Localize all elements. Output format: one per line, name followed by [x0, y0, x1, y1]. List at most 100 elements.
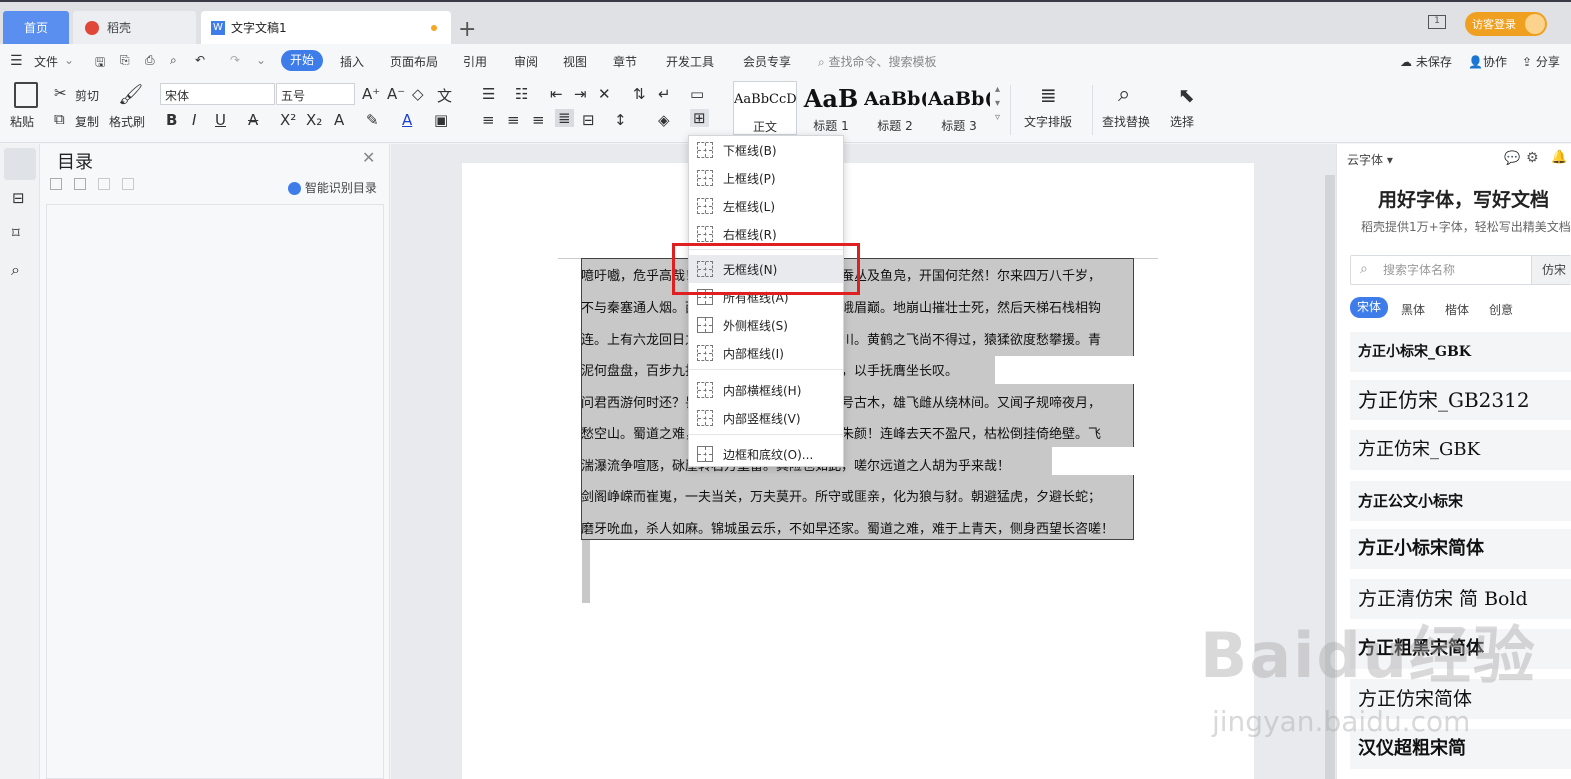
chapter-nav-icon[interactable]: ⊟	[12, 189, 25, 207]
menu-item-borders-shading[interactable]: 边框和底纹(O)...	[689, 440, 843, 468]
expand-all-icon[interactable]	[74, 178, 86, 190]
format-painter-icon[interactable]: 🖌	[118, 82, 143, 106]
menu-tab-start[interactable]: 开始	[281, 50, 323, 71]
style-heading2[interactable]: AaBb( 标题 2	[864, 81, 926, 135]
menu-item-outside-borders[interactable]: 外侧框线(S)	[689, 311, 843, 339]
font-search-button[interactable]: 仿宋	[1531, 256, 1571, 284]
remove-level-icon[interactable]	[122, 178, 134, 190]
bookmark-icon[interactable]: ⌑	[12, 224, 20, 242]
menu-item-left-border[interactable]: 左框线(L)	[689, 192, 843, 220]
sort-icon[interactable]: ⇅	[633, 85, 646, 103]
new-tab-button[interactable]: +	[458, 17, 476, 42]
show-marks-icon[interactable]: ↵	[658, 85, 671, 103]
menu-item-inside-horizontal[interactable]: 内部横框线(H)	[689, 376, 843, 404]
font-card[interactable]: 方正小标宋_GBK	[1350, 332, 1571, 372]
export-icon[interactable]: ⎘	[120, 53, 130, 68]
chat-icon[interactable]: 💬	[1504, 151, 1520, 166]
font-card[interactable]: 方正仿宋_GBK	[1350, 430, 1571, 470]
table-props-icon[interactable]: ▭	[690, 85, 704, 103]
paste-button[interactable]: 粘贴	[10, 113, 34, 130]
document-line[interactable]: 问君西游何时还？畏途巉岩不可攀。但见悲鸟号古木，雄飞雌从绕林间。又闻子规啼夜月，	[581, 392, 1134, 412]
menu-item-top-border[interactable]: 上框线(P)	[689, 164, 843, 192]
char-border-icon[interactable]: ▣	[434, 111, 448, 129]
line-spacing-icon[interactable]: ↕	[614, 111, 627, 129]
style-scroll-icon[interactable]: ▴ ▾ ▿	[995, 83, 1000, 125]
guest-login-button[interactable]: 访客登录	[1465, 12, 1547, 36]
tab-daoke[interactable]: 稻壳	[73, 11, 196, 44]
menu-tab-review[interactable]: 审阅	[514, 53, 538, 70]
menu-tab-view[interactable]: 视图	[563, 53, 587, 70]
document-line[interactable]: 剑阁峥嵘而崔嵬，一夫当关，万夫莫开。所守或匪亲，化为狼与豺。朝避猛虎，夕避长蛇；	[581, 486, 1134, 506]
grow-font-icon[interactable]: A⁺	[362, 85, 380, 103]
copy-button[interactable]: 复制	[75, 113, 99, 130]
align-left-icon[interactable]: ≡	[482, 111, 495, 129]
cloud-font-dropdown[interactable]: 云字体 ▾	[1347, 151, 1393, 168]
font-card[interactable]: 方正小标宋简体	[1350, 529, 1571, 569]
share-button[interactable]: ⇪ 分享	[1522, 53, 1560, 70]
window-count-icon[interactable]: 1	[1428, 15, 1446, 29]
document-line[interactable]: 磨牙吮血，杀人如麻。锦城虽云乐，不如早还家。蜀道之难，难于上青天，侧身西望长咨嗟…	[581, 518, 1134, 538]
font-tab-creative[interactable]: 创意	[1489, 301, 1513, 318]
smart-toc-button[interactable]: 智能识别目录	[288, 179, 377, 196]
shading-icon[interactable]: ◈	[658, 111, 670, 129]
chinese-layout-icon[interactable]: ✕	[598, 85, 611, 103]
paste-icon[interactable]	[14, 82, 38, 108]
menu-tab-reference[interactable]: 引用	[463, 53, 487, 70]
decrease-indent-icon[interactable]: ⇤	[550, 85, 563, 103]
style-heading3[interactable]: AaBb( 标题 3	[928, 81, 990, 135]
menu-file[interactable]: 文件	[34, 53, 58, 70]
underline-icon[interactable]: U	[215, 111, 226, 129]
bullet-list-icon[interactable]: ☰	[482, 85, 495, 103]
subscript-icon[interactable]: X₂	[306, 111, 322, 129]
menu-tab-chapter[interactable]: 章节	[613, 53, 637, 70]
more-chevron-icon[interactable]: ⌄	[256, 53, 266, 67]
collab-button[interactable]: 👤协作	[1468, 53, 1507, 70]
menu-tab-insert[interactable]: 插入	[340, 53, 364, 70]
cloud-save-status[interactable]: ☁ 未保存	[1400, 53, 1452, 70]
menu-tab-member[interactable]: 会员专享	[743, 53, 791, 70]
document-line[interactable]: 愁空山。蜀道之难，难于上青天，使人听此凋朱颜！连峰去天不盈尺，枯松倒挂倚绝壁。飞	[581, 423, 1134, 443]
hamburger-icon[interactable]: ☰	[10, 53, 23, 69]
style-heading1[interactable]: AaB 标题 1	[800, 81, 862, 135]
numbered-list-icon[interactable]: ☷	[515, 85, 528, 103]
align-justify-icon[interactable]: ≣	[555, 109, 574, 127]
document-line[interactable]: 不与秦塞通人烟。西当太白有鸟道，可以横绝峨眉巅。地崩山摧壮士死，然后天梯石栈相钩	[581, 297, 1134, 317]
menu-item-bottom-border[interactable]: 下框线(B)	[689, 136, 843, 164]
shrink-font-icon[interactable]: A⁻	[387, 85, 405, 103]
toc-nav-icon[interactable]	[4, 148, 36, 180]
tab-home[interactable]: 首页	[3, 11, 69, 44]
font-card[interactable]: 方正公文小标宋	[1350, 481, 1571, 521]
collapse-all-icon[interactable]	[50, 178, 62, 190]
search-icon[interactable]: ⌕	[11, 260, 20, 280]
print-icon[interactable]: ⎙	[145, 53, 155, 68]
align-right-icon[interactable]: ≡	[532, 111, 545, 129]
document-line[interactable]: 连。上有六龙回日之高标，下有冲波逆折之回川。黄鹤之飞尚不得过，猿猱欲度愁攀援。青	[581, 329, 1134, 349]
chevron-down-icon[interactable]: ⌄	[64, 53, 74, 67]
gear-icon[interactable]: ⚙	[1526, 150, 1539, 166]
tab-document[interactable]: W 文字文稿1	[201, 11, 451, 44]
menu-tab-layout[interactable]: 页面布局	[390, 53, 438, 70]
redo-icon[interactable]: ↷	[230, 53, 240, 67]
align-center-icon[interactable]: ≡	[507, 111, 520, 129]
copy-icon[interactable]: ⧉	[54, 110, 65, 128]
command-search[interactable]: ⌕ 查找命令、搜索模板	[818, 53, 937, 70]
undo-icon[interactable]: ↶	[195, 53, 205, 67]
highlight-icon[interactable]: ✎	[366, 111, 379, 129]
font-color-icon[interactable]: A	[402, 111, 412, 129]
select-button[interactable]: 选择	[1170, 113, 1194, 130]
font-name-select[interactable]: 宋体	[160, 83, 275, 105]
font-tab-kaiti[interactable]: 楷体	[1445, 301, 1469, 318]
font-size-select[interactable]: 五号	[276, 83, 355, 105]
format-painter-button[interactable]: 格式刷	[109, 113, 145, 130]
scissors-icon[interactable]: ✂	[54, 84, 67, 102]
text-layout-button[interactable]: 文字排版	[1024, 113, 1072, 130]
bold-icon[interactable]: B	[166, 111, 177, 129]
find-replace-button[interactable]: 查找替换	[1102, 113, 1150, 130]
font-card[interactable]: 方正仿宋_GB2312	[1350, 380, 1571, 420]
save-icon[interactable]: 🖫	[95, 53, 105, 74]
font-tab-heiti[interactable]: 黑体	[1401, 301, 1425, 318]
menu-item-inside-borders[interactable]: 内部框线(I)	[689, 339, 843, 367]
bell-icon[interactable]: 🔔	[1551, 150, 1567, 165]
close-icon[interactable]: ✕	[362, 148, 375, 167]
font-tab-songti[interactable]: 宋体	[1350, 297, 1388, 318]
